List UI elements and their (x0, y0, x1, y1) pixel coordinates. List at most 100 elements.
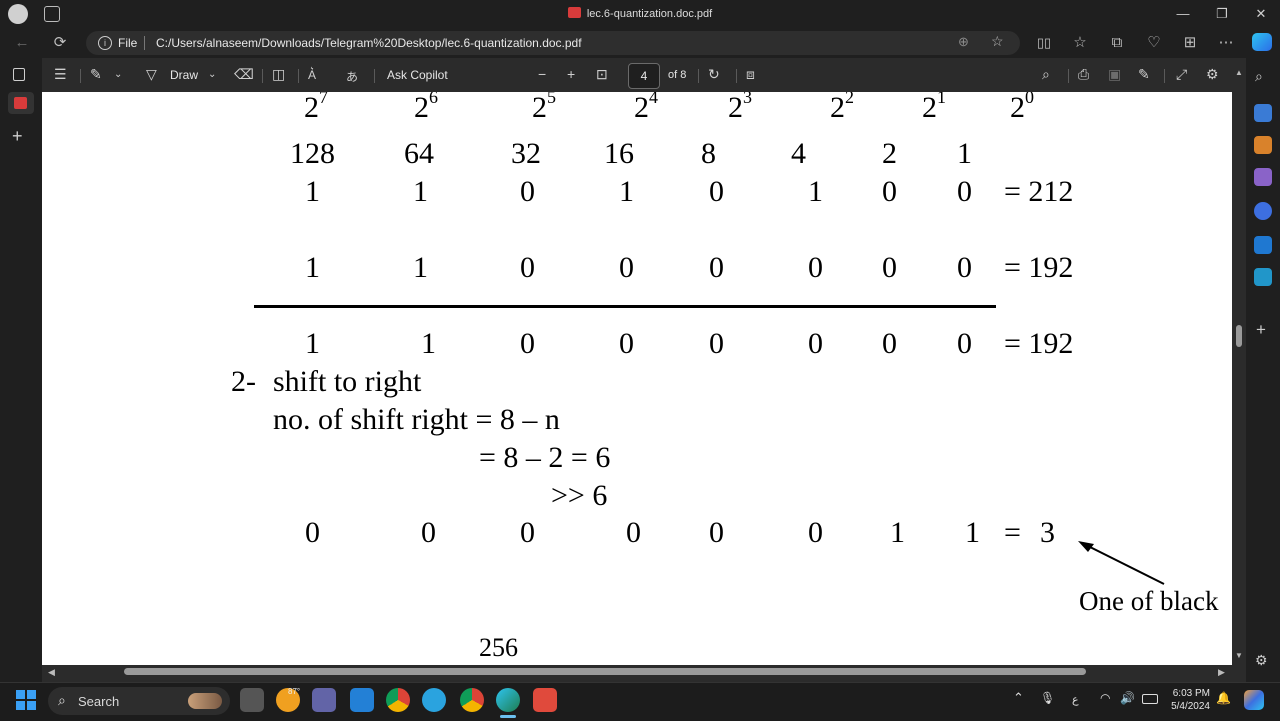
draw-icon[interactable]: ▽ (146, 66, 157, 83)
bit: 0 (619, 251, 634, 284)
vertical-scroll-thumb[interactable] (1236, 325, 1242, 347)
split-screen-icon[interactable]: ▯▯ (1032, 32, 1056, 54)
url-text[interactable]: C:/Users/alnaseem/Downloads/Telegram%20D… (156, 36, 582, 50)
translate-icon[interactable]: あ (346, 68, 358, 85)
microphone-icon[interactable]: 🎙 (1040, 691, 1055, 705)
send-icon[interactable] (1254, 268, 1272, 286)
scroll-left-arrow-icon[interactable]: ◀ (48, 667, 55, 678)
vertical-scrollbar[interactable]: ▲ ▼ (1232, 68, 1246, 665)
copilot-icon[interactable] (1252, 33, 1272, 51)
search-icon[interactable]: ⌕ (1042, 66, 1050, 83)
tab-actions-icon[interactable] (13, 68, 25, 81)
horizontal-scroll-thumb[interactable] (124, 668, 1086, 675)
formula-line-1: no. of shift right = 8 – n (273, 403, 560, 436)
teams-icon[interactable] (312, 688, 336, 712)
save-icon[interactable]: ▣ (1108, 66, 1121, 83)
snipping-tool-icon[interactable] (533, 688, 557, 712)
shopping-tag-icon[interactable] (1254, 104, 1272, 122)
read-aloud-icon[interactable]: A͛ (308, 68, 316, 82)
outlook-icon[interactable] (1254, 236, 1272, 254)
window-title: lec.6-quantization.doc.pdf (0, 7, 1280, 20)
ask-copilot-button[interactable]: Ask Copilot (387, 68, 448, 82)
copilot-taskbar-icon[interactable] (1244, 690, 1264, 710)
refresh-icon[interactable]: ⟳ (48, 32, 72, 54)
search-highlight-icon (188, 693, 222, 709)
start-pane (16, 690, 25, 699)
bit: 0 (709, 327, 724, 360)
sidebar-settings-gear-icon[interactable]: ⚙ (1255, 652, 1268, 669)
highlight-icon[interactable]: ✎ (90, 66, 102, 83)
taskbar-search-box[interactable]: ⌕ Search (48, 687, 230, 715)
power-2-7: 27 (304, 92, 328, 123)
info-icon[interactable]: i (98, 36, 112, 50)
close-window-button[interactable]: ✕ (1246, 4, 1276, 24)
place-value: 16 (604, 137, 634, 170)
pdf-page: 27 26 25 24 23 22 21 20 128 64 32 16 8 4… (42, 92, 1232, 665)
bit: 1 (305, 327, 320, 360)
bit: 0 (520, 516, 535, 549)
address-bar[interactable]: i File C:/Users/alnaseem/Downloads/Teleg… (86, 31, 1020, 55)
page-number-input[interactable]: 4 (628, 63, 660, 89)
chevron-down-icon[interactable]: ⌄ (208, 69, 216, 80)
eraser-icon[interactable]: ⌫ (234, 66, 254, 83)
chevron-down-icon[interactable]: ⌄ (114, 69, 122, 80)
games-icon[interactable] (1254, 168, 1272, 186)
keyboard-language[interactable]: ع (1072, 693, 1079, 706)
pdf-tab-icon[interactable] (8, 92, 34, 114)
fullscreen-icon[interactable]: ⤢ (1176, 66, 1187, 83)
maximize-button[interactable]: ❐ (1207, 4, 1237, 24)
power-2-4: 24 (634, 92, 658, 123)
tools-briefcase-icon[interactable] (1254, 136, 1272, 154)
power-2-0: 20 (1010, 92, 1034, 123)
volume-icon[interactable]: 🔊 (1120, 691, 1135, 705)
zoom-icon[interactable]: ⊕ (958, 34, 969, 50)
add-sidebar-app-icon[interactable]: + (1256, 320, 1266, 340)
bit: 1 (619, 175, 634, 208)
page-view-icon[interactable]: ◫ (272, 66, 285, 83)
edge-icon[interactable] (496, 688, 520, 712)
pdf-toolbar: ☰ ✎ ⌄ ▽ Draw ⌄ ⌫ ◫ A͛ あ Ask Copilot − + … (42, 60, 1232, 92)
settings-gear-icon[interactable]: ⚙ (1206, 66, 1219, 83)
telegram-icon[interactable] (422, 688, 446, 712)
sum-divider-line (254, 305, 996, 308)
place-value: 2 (882, 137, 897, 170)
notification-bell-icon[interactable]: 🔔 (1216, 691, 1231, 705)
fit-page-icon[interactable]: ⊡ (596, 66, 608, 83)
copilot-sidebar-icon[interactable] (1254, 202, 1272, 220)
search-icon[interactable]: ⌕ (1255, 68, 1263, 85)
bit: 0 (957, 327, 972, 360)
windows-start-icon[interactable] (16, 690, 36, 710)
minimize-button[interactable]: — (1168, 4, 1198, 24)
power-2-6: 26 (414, 92, 438, 123)
vscode-icon[interactable] (350, 688, 374, 712)
favorites-icon[interactable]: ☆ (1068, 32, 1092, 54)
scroll-right-arrow-icon[interactable]: ▶ (1218, 667, 1225, 678)
battery-icon[interactable] (1142, 694, 1158, 704)
browser-essentials-icon[interactable]: ♡ (1142, 32, 1166, 54)
draw-button[interactable]: Draw (170, 68, 198, 82)
new-tab-icon[interactable]: + (12, 126, 23, 147)
more-menu-icon[interactable]: ⋯ (1214, 32, 1238, 54)
scroll-up-arrow-icon[interactable]: ▲ (1235, 68, 1243, 77)
contents-icon[interactable]: ☰ (54, 66, 67, 83)
task-view-icon[interactable] (240, 688, 264, 712)
rotate-icon[interactable]: ↻ (708, 66, 720, 83)
clock-date[interactable]: 5/4/2024 (1160, 701, 1210, 712)
scroll-down-arrow-icon[interactable]: ▼ (1235, 651, 1243, 660)
bit: 0 (957, 251, 972, 284)
back-arrow-icon[interactable]: ← (10, 32, 34, 54)
power-exponent: 0 (1025, 92, 1034, 107)
print-icon[interactable]: ⎙ (1078, 66, 1089, 83)
chrome-profile-icon[interactable] (460, 688, 484, 712)
chrome-icon[interactable] (386, 688, 410, 712)
two-page-view-icon[interactable]: ⧈ (746, 66, 755, 83)
show-hidden-icons-chevron-icon[interactable]: ⌃ (1013, 690, 1024, 706)
zoom-in-button[interactable]: + (567, 66, 575, 82)
extensions-icon[interactable]: ⊞ (1178, 32, 1202, 54)
save-as-icon[interactable]: ✎ (1138, 66, 1150, 83)
favorite-star-icon[interactable]: ☆ (991, 33, 1004, 50)
wifi-icon[interactable]: ◠ (1100, 691, 1110, 705)
collections-icon[interactable]: ⧉ (1105, 32, 1129, 54)
zoom-out-button[interactable]: − (538, 66, 546, 82)
clock-time[interactable]: 6:03 PM (1160, 688, 1210, 699)
